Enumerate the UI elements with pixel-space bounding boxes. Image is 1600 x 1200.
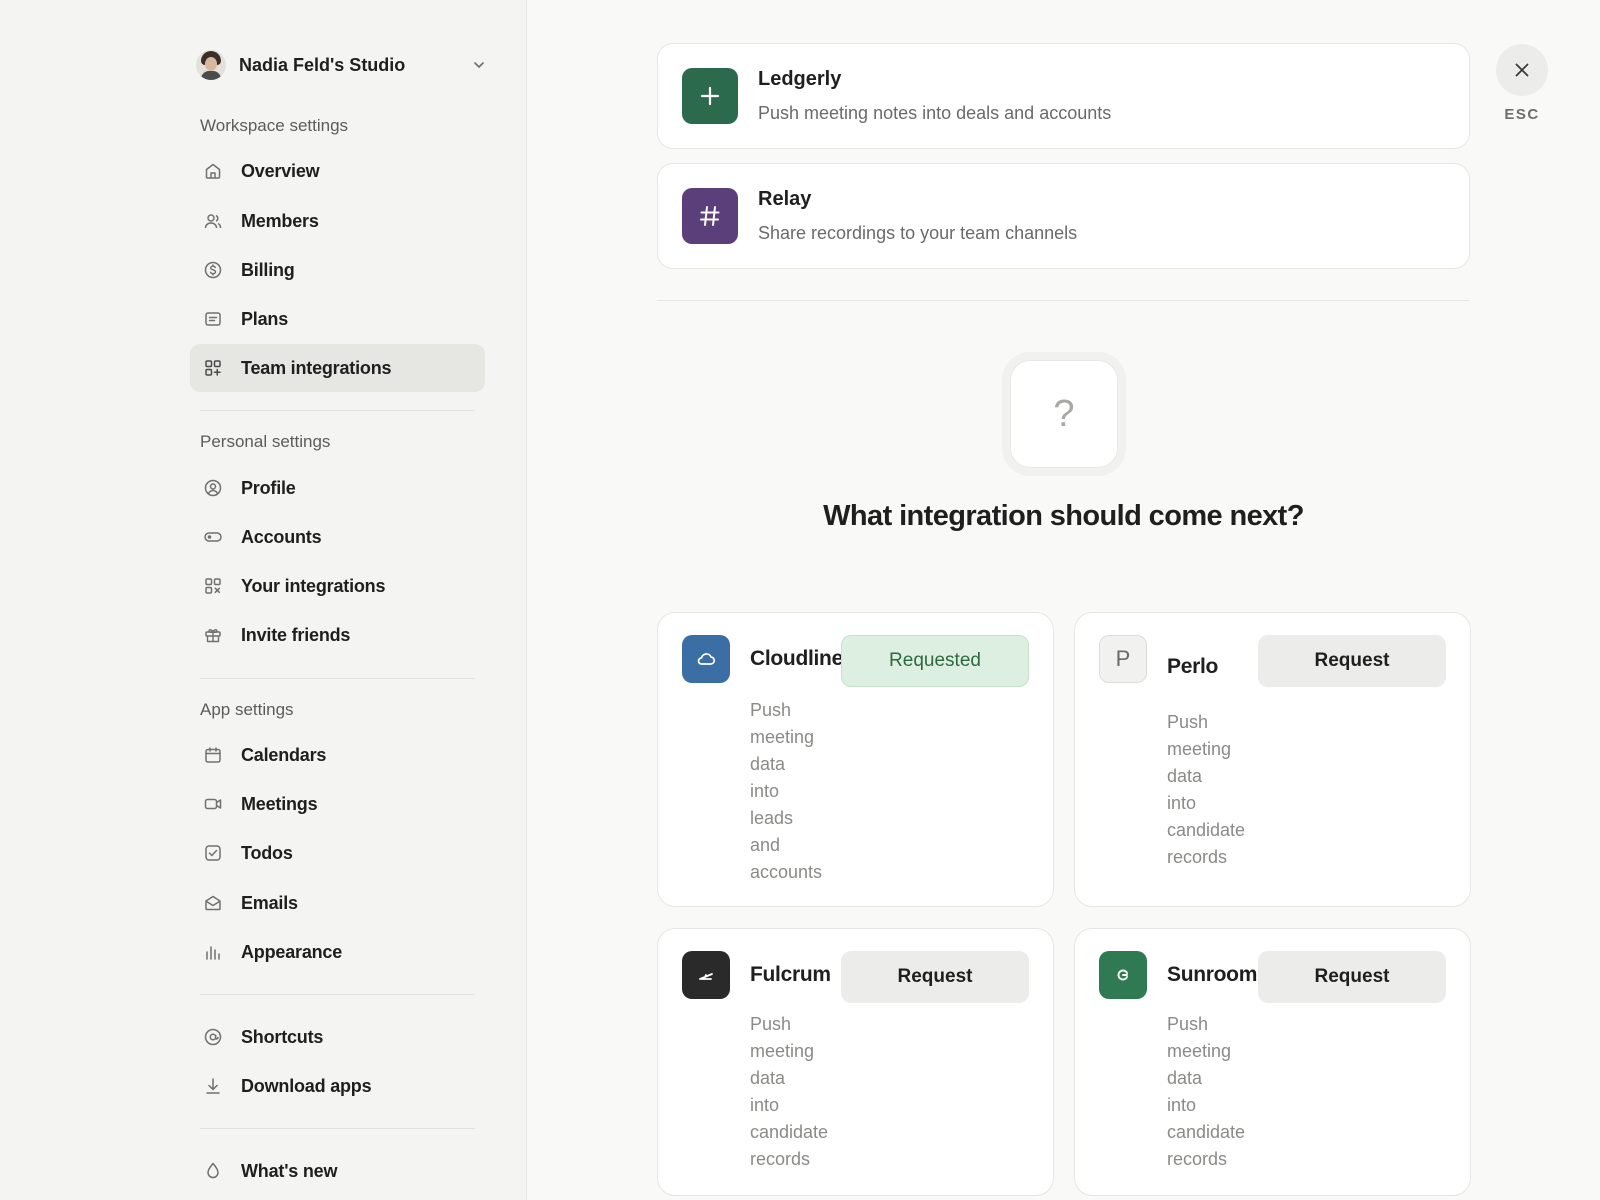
app-settings-heading: App settings [200, 700, 294, 719]
sidebar-item-emails[interactable]: Emails [190, 879, 485, 927]
envelope-icon [202, 892, 224, 914]
swirl-icon [1099, 951, 1147, 999]
grid-plus-icon [202, 357, 224, 379]
request-button[interactable]: Request [1258, 635, 1446, 687]
drop-icon [202, 1160, 224, 1182]
integration-description: Share recordings to your team channels [758, 223, 1078, 243]
hash-icon [682, 188, 738, 244]
requested-button[interactable]: Requested [841, 635, 1029, 687]
request-card-perlo: P Perlo Push meeting data into candidate… [1074, 612, 1471, 907]
request-card-cloudline: Cloudline Push meeting data into leads a… [657, 612, 1054, 907]
toggle-icon [202, 526, 224, 548]
suggest-headline: What integration should come next? [823, 500, 1304, 532]
sidebar-divider [200, 1128, 475, 1129]
request-card-sunroom: Sunroom Push meeting data into candidate… [1074, 928, 1471, 1196]
section-divider [657, 300, 1470, 301]
video-icon [202, 793, 224, 815]
sidebar-item-download-apps[interactable]: Download apps [190, 1062, 485, 1110]
perlo-logo: P [1099, 635, 1147, 683]
request-name: Perlo [1167, 655, 1219, 678]
cloud-icon [682, 635, 730, 683]
sidebar-item-team-integrations[interactable]: Team integrations [190, 344, 485, 392]
sidebar-item-appearance[interactable]: Appearance [190, 928, 485, 976]
request-card-fulcrum: Fulcrum Push meeting data into candidate… [657, 928, 1054, 1196]
sidebar-item-accounts[interactable]: Accounts [190, 513, 485, 561]
calendar-icon [202, 744, 224, 766]
request-description: Push meeting data into candidate records [1167, 1014, 1246, 1169]
question-mark-icon: ? [1010, 360, 1118, 468]
sidebar-item-shortcuts[interactable]: Shortcuts [190, 1013, 485, 1061]
sidebar-divider [200, 678, 475, 679]
sidebar-item-plans[interactable]: Plans [190, 295, 485, 343]
workspace-name: Nadia Feld's Studio [239, 54, 406, 75]
sidebar-item-profile[interactable]: Profile [190, 464, 485, 512]
sidebar-item-meetings[interactable]: Meetings [190, 780, 485, 828]
request-description: Push meeting data into candidate records [1167, 712, 1246, 867]
sidebar-item-your-integrations[interactable]: Your integrations [190, 562, 485, 610]
grid-x-icon [202, 575, 224, 597]
integration-card-relay[interactable]: Relay Share recordings to your team chan… [657, 163, 1470, 269]
lever-icon [682, 951, 730, 999]
download-icon [202, 1075, 224, 1097]
integration-name: Relay [758, 188, 812, 210]
gift-icon [202, 624, 224, 646]
integration-card-ledgerly[interactable]: Ledgerly Push meeting notes into deals a… [657, 43, 1470, 149]
esc-label: ESC [1504, 106, 1540, 123]
sidebar-item-whats-new[interactable]: What's new [190, 1147, 485, 1195]
sidebar-item-invite-friends[interactable]: Invite friends [190, 611, 485, 659]
request-button[interactable]: Request [841, 951, 1029, 1003]
avatar [196, 50, 226, 80]
sidebar-item-members[interactable]: Members [190, 197, 485, 245]
request-button[interactable]: Request [1258, 951, 1446, 1003]
close-button[interactable] [1496, 44, 1548, 96]
request-description: Push meeting data into candidate records [750, 1014, 829, 1169]
sidebar-item-billing[interactable]: Billing [190, 246, 485, 294]
home-icon [202, 160, 224, 182]
bars-icon [202, 941, 224, 963]
integration-name: Ledgerly [758, 68, 842, 90]
request-name: Cloudline [750, 647, 843, 670]
users-icon [202, 210, 224, 232]
request-name: Fulcrum [750, 963, 831, 986]
sidebar-item-calendars[interactable]: Calendars [190, 731, 485, 779]
workspace-settings-heading: Workspace settings [200, 116, 349, 135]
personal-settings-heading: Personal settings [200, 432, 331, 451]
workspace-switcher[interactable]: Nadia Feld's Studio [196, 47, 486, 83]
close-icon [1515, 63, 1529, 77]
document-icon [202, 308, 224, 330]
sidebar-divider [200, 410, 475, 411]
sidebar-item-overview[interactable]: Overview [190, 147, 485, 195]
integration-description: Push meeting notes into deals and accoun… [758, 103, 1112, 123]
plus-icon [682, 68, 738, 124]
request-description: Push meeting data into leads and account… [750, 700, 823, 882]
user-circle-icon [202, 477, 224, 499]
at-icon [202, 1026, 224, 1048]
settings-sidebar: Nadia Feld's Studio Workspace settings O… [0, 0, 527, 1200]
dollar-icon [202, 259, 224, 281]
sidebar-divider [200, 994, 475, 995]
request-name: Sunroom [1167, 963, 1258, 986]
chevron-down-icon [474, 62, 484, 68]
sidebar-item-todos[interactable]: Todos [190, 829, 485, 877]
checkbox-icon [202, 842, 224, 864]
